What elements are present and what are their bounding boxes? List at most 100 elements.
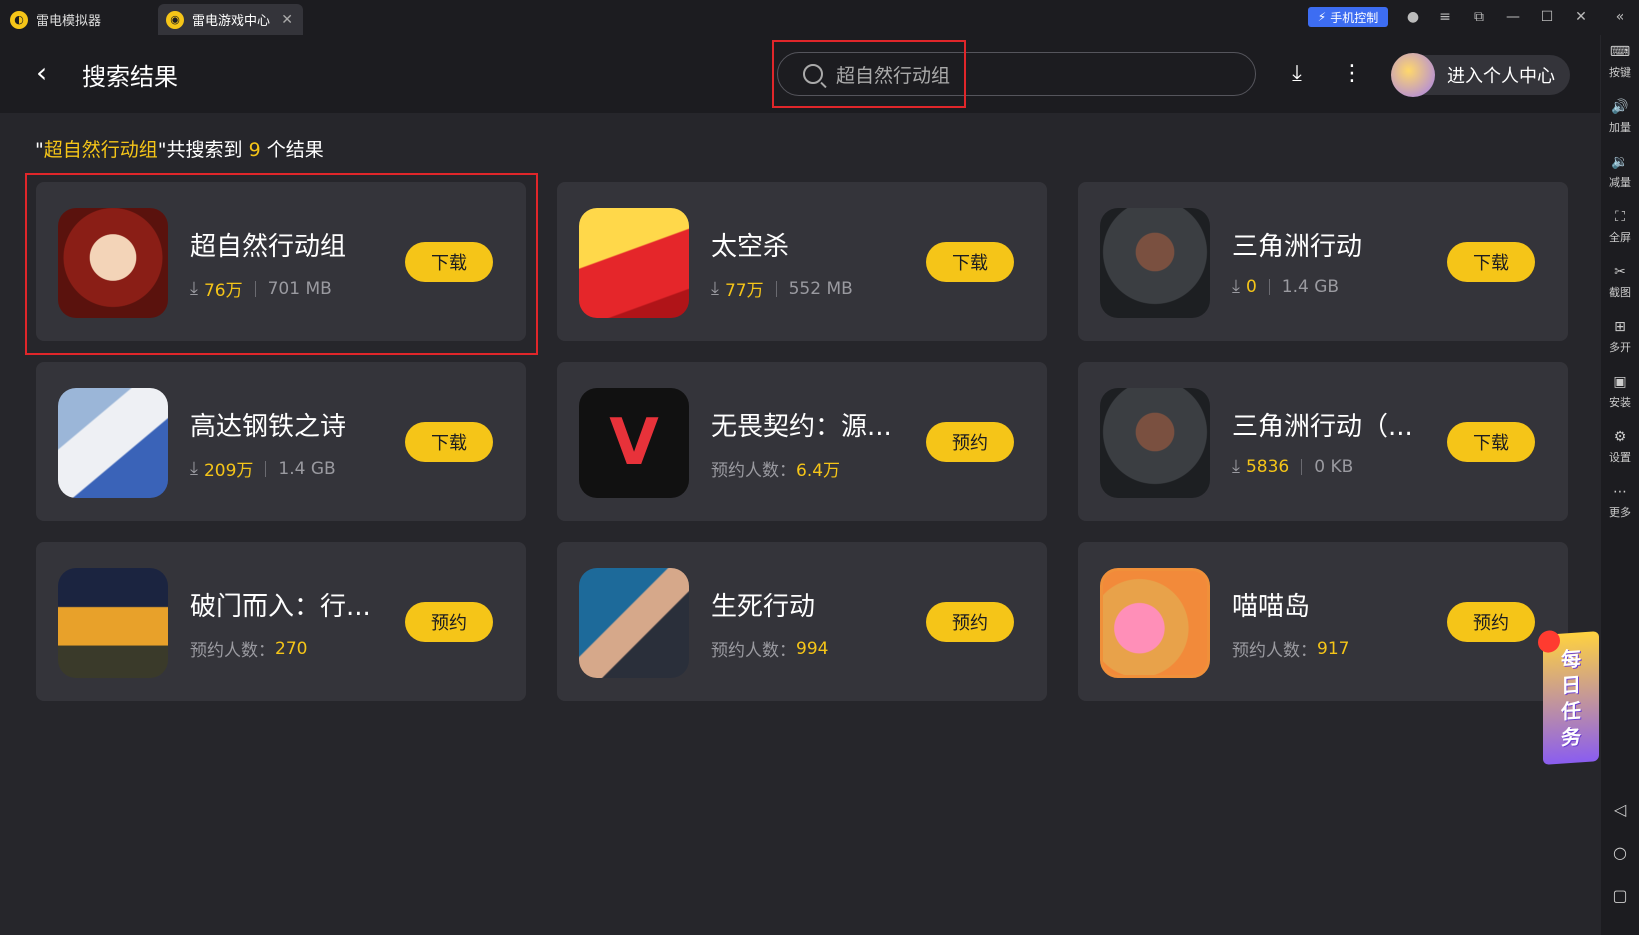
game-icon-gundam — [58, 388, 168, 498]
game-meta: ⤓ 76万 701 MB — [190, 278, 332, 301]
download-button[interactable]: 下载 — [926, 242, 1014, 282]
back-icon[interactable]: ‹ — [36, 59, 47, 87]
maximize-icon[interactable]: ☐ — [1538, 8, 1556, 26]
download-button[interactable]: 下载 — [1447, 422, 1535, 462]
volume-down-button[interactable]: 🔉 减量 — [1601, 153, 1639, 190]
game-name: 喵喵岛 — [1232, 592, 1311, 622]
volume-down-icon: 🔉 — [1611, 154, 1629, 170]
daily-task-badge[interactable]: 每 日 任 务 — [1538, 629, 1599, 765]
phone-control-button[interactable]: ⚡ 手机控制 — [1308, 7, 1388, 27]
download-count-icon: ⤓ — [190, 458, 198, 479]
settings-button[interactable]: ⚙ 设置 — [1601, 428, 1639, 465]
download-count-icon: ⤓ — [190, 278, 198, 299]
emulator-logo-icon: ◐ — [10, 10, 28, 29]
restore-icon[interactable]: ⧉ — [1470, 8, 1488, 26]
tab-label: 雷电模拟器 — [36, 14, 102, 29]
game-name: 生死行动 — [711, 592, 816, 622]
minimize-icon[interactable]: — — [1504, 8, 1522, 26]
search-box[interactable] — [777, 52, 1256, 96]
game-meta: ⤓ 5836 0 KB — [1232, 456, 1354, 477]
title-bar: ◐ 雷电模拟器 ◉ 雷电游戏中心 ✕ ⚡ 手机控制 ● ≡ ⧉ — ☐ ✕ « — [0, 0, 1639, 35]
reserve-button[interactable]: 预约 — [405, 602, 493, 642]
apk-icon: ▣ — [1613, 374, 1627, 390]
download-button[interactable]: 下载 — [1447, 242, 1535, 282]
fullscreen-icon: ⛶ — [1615, 209, 1625, 225]
right-toolbar: ⌨ 按键 🔊 加量 🔉 减量 ⛶ 全屏 ✂ 截图 ⊞ 多开 ▣ 安装 ⚙ 设置 ⋯ 更多 ◁ ○ … — [1601, 35, 1639, 935]
reserve-button[interactable]: 预约 — [926, 422, 1014, 462]
result-card[interactable]: 超自然行动组 ⤓ 76万 701 MB 下载 — [36, 182, 526, 341]
game-name: 无畏契约：源... — [711, 412, 892, 442]
search-icon — [803, 64, 823, 84]
screenshot-button[interactable]: ✂ 截图 — [1601, 263, 1639, 300]
scissors-icon: ✂ — [1614, 264, 1626, 280]
game-icon-shengsi — [579, 568, 689, 678]
avatar — [1391, 53, 1435, 97]
reserve-button[interactable]: 预约 — [1447, 602, 1535, 642]
notification-dot — [1538, 629, 1560, 654]
volume-up-button[interactable]: 🔊 加量 — [1601, 98, 1639, 135]
game-name: 破门而入：行... — [190, 592, 371, 622]
more-options-icon[interactable]: ⋮ — [1337, 58, 1367, 88]
volume-up-icon: 🔊 — [1611, 99, 1629, 115]
result-card[interactable]: 太空杀 ⤓ 77万 552 MB 下载 — [557, 182, 1047, 341]
nav-back-icon[interactable]: ◁ — [1601, 800, 1639, 819]
reserve-button[interactable]: 预约 — [926, 602, 1014, 642]
more-icon: ⋯ — [1613, 484, 1627, 500]
search-input[interactable] — [836, 53, 1236, 95]
game-name: 三角洲行动 — [1232, 232, 1363, 262]
gear-icon: ⚙ — [1613, 429, 1627, 445]
menu-icon[interactable]: ≡ — [1436, 8, 1454, 26]
game-icon-door-kickers — [58, 568, 168, 678]
fullscreen-button[interactable]: ⛶ 全屏 — [1601, 208, 1639, 245]
game-meta: 预约人数： 6.4万 — [711, 461, 841, 481]
game-icon-valorant: V — [579, 388, 689, 498]
game-name: 三角洲行动（... — [1232, 412, 1413, 442]
game-icon-chaoziran — [58, 208, 168, 318]
result-card[interactable]: 三角洲行动 ⤓ 0 1.4 GB 下载 — [1078, 182, 1568, 341]
download-count-icon: ⤓ — [1232, 276, 1240, 297]
daily-task-char: 日 — [1561, 672, 1581, 698]
collapse-sidebar-icon[interactable]: « — [1611, 8, 1629, 26]
game-icon-miaomiao — [1100, 568, 1210, 678]
close-icon[interactable]: ✕ — [1572, 8, 1590, 26]
download-button[interactable]: 下载 — [405, 242, 493, 282]
lightning-icon: ⚡ — [1317, 10, 1327, 24]
download-button[interactable]: 下载 — [405, 422, 493, 462]
game-meta: ⤓ 209万 1.4 GB — [190, 458, 336, 481]
game-meta: 预约人数： 994 — [711, 638, 829, 662]
multi-instance-button[interactable]: ⊞ 多开 — [1601, 318, 1639, 355]
tab-label: 雷电游戏中心 — [192, 14, 271, 29]
more-button[interactable]: ⋯ 更多 — [1601, 483, 1639, 520]
game-meta: ⤓ 0 1.4 GB — [1232, 276, 1340, 297]
nav-home-icon[interactable]: ○ — [1601, 843, 1639, 862]
user-center-button[interactable]: 进入个人中心 — [1391, 53, 1570, 97]
keymap-button[interactable]: ⌨ 按键 — [1601, 43, 1639, 80]
game-meta: ⤓ 77万 552 MB — [711, 278, 853, 301]
gamepad-icon: ◉ — [166, 10, 184, 29]
multi-window-icon: ⊞ — [1614, 319, 1626, 335]
nav-recent-icon[interactable]: ▢ — [1601, 886, 1639, 905]
daily-task-char: 务 — [1561, 724, 1581, 750]
game-name: 太空杀 — [711, 232, 790, 262]
install-apk-button[interactable]: ▣ 安装 — [1601, 373, 1639, 410]
game-icon-taikongsha — [579, 208, 689, 318]
game-icon-delta-force — [1100, 208, 1210, 318]
game-meta: 预约人数： 270 — [190, 638, 308, 662]
notification-avatar-icon[interactable]: ● — [1404, 8, 1422, 26]
page-header: ‹ 搜索结果 ⤓ ⋮ 进入个人中心 — [0, 35, 1600, 113]
tab-emulator[interactable]: ◐ 雷电模拟器 — [10, 4, 155, 35]
results-summary: "超自然行动组"共搜索到 9 个结果 — [35, 139, 324, 161]
result-card[interactable]: 破门而入：行... 预约人数： 270 预约 — [36, 542, 526, 701]
game-name: 超自然行动组 — [190, 232, 347, 262]
keyboard-icon: ⌨ — [1609, 44, 1631, 60]
tab-close-icon[interactable]: ✕ — [281, 12, 293, 28]
tab-game-center[interactable]: ◉ 雷电游戏中心 ✕ — [158, 4, 303, 35]
result-card[interactable]: 生死行动 预约人数： 994 预约 — [557, 542, 1047, 701]
result-card[interactable]: 喵喵岛 预约人数： 917 预约 — [1078, 542, 1568, 701]
download-count-icon: ⤓ — [711, 278, 719, 299]
page-title: 搜索结果 — [82, 63, 178, 91]
result-card[interactable]: 三角洲行动（... ⤓ 5836 0 KB 下载 — [1078, 362, 1568, 521]
result-card[interactable]: 高达钢铁之诗 ⤓ 209万 1.4 GB 下载 — [36, 362, 526, 521]
result-card[interactable]: V 无畏契约：源... 预约人数： 6.4万 预约 — [557, 362, 1047, 521]
download-manager-icon[interactable]: ⤓ — [1282, 58, 1312, 88]
